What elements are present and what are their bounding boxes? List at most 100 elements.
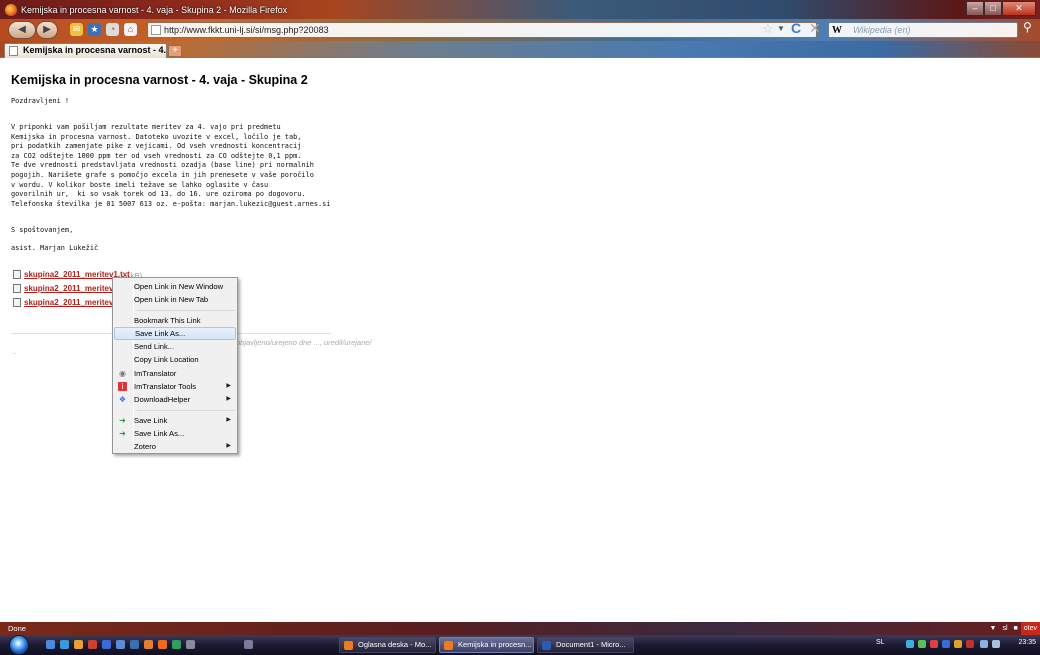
- url-bar[interactable]: http://www.fkkt.uni-lj.si/si/msg.php?200…: [147, 22, 817, 38]
- menu-item-label: Save Link As...: [135, 328, 186, 338]
- word-icon: [542, 641, 551, 650]
- menu-item-save-link[interactable]: ➜ Save Link ▶: [113, 414, 237, 427]
- quicklaunch-app-icon[interactable]: [172, 640, 181, 649]
- save-link-as-icon: ➜: [119, 428, 126, 438]
- menu-item-downloadhelper[interactable]: ❖ DownloadHelper ▶: [113, 393, 237, 406]
- quicklaunch-app-icon[interactable]: [130, 640, 139, 649]
- history-icon[interactable]: ◔: [106, 23, 119, 36]
- tray-icon[interactable]: [918, 640, 926, 648]
- quicklaunch-app-icon[interactable]: [244, 640, 253, 649]
- quicklaunch-app-icon[interactable]: [186, 640, 195, 649]
- network-icon[interactable]: [980, 640, 988, 648]
- search-input[interactable]: W Wikipedia (en): [828, 22, 1018, 38]
- submenu-arrow-icon: ▶: [226, 383, 231, 390]
- status-bar: Done ▼ sl ■ otev: [0, 622, 1040, 635]
- wikipedia-icon[interactable]: W: [832, 24, 842, 38]
- submenu-arrow-icon: ▶: [226, 416, 231, 423]
- quicklaunch-ie-icon[interactable]: [60, 640, 69, 649]
- attachment-link-2[interactable]: skupina2_2011_meritev: [13, 284, 113, 293]
- quicklaunch-app-icon[interactable]: [102, 640, 111, 649]
- quicklaunch-app-icon[interactable]: [116, 640, 125, 649]
- status-square-icon[interactable]: ■: [1011, 622, 1021, 635]
- bookmark-star-icon[interactable]: ☆: [762, 21, 774, 37]
- forward-button[interactable]: ▶: [36, 21, 58, 39]
- window-title-bar[interactable]: Kemijska in procesna varnost - 4. vaja -…: [0, 0, 1040, 19]
- menu-item-imtranslator[interactable]: ◉ ImTranslator: [113, 367, 237, 380]
- menu-separator: [137, 309, 235, 311]
- taskbar-button-word[interactable]: Document1 - Micro...: [537, 637, 634, 653]
- tab-page-icon: [9, 46, 18, 56]
- taskbar-button-label: Document1 - Micro...: [556, 640, 626, 649]
- menu-item-zotero[interactable]: Zotero ▶: [113, 440, 237, 453]
- menu-separator: [137, 409, 235, 411]
- menu-item-label: ImTranslator: [134, 368, 177, 378]
- menu-item-label: Zotero: [134, 442, 156, 452]
- tab-kemijska[interactable]: Kemijska in procesna varnost - 4. vaja..…: [4, 43, 167, 58]
- quicklaunch-app-icon[interactable]: [88, 640, 97, 649]
- menu-item-bookmark-link[interactable]: Bookmark This Link: [113, 314, 237, 327]
- quicklaunch-app-icon[interactable]: [144, 640, 153, 649]
- new-tab-button[interactable]: +: [168, 45, 182, 57]
- url-dropdown-icon[interactable]: ▼: [777, 24, 785, 33]
- footer-meta-text: objavljeno/urejeno dne ..., uredil/ureja…: [236, 338, 372, 347]
- menu-item-imtranslator-tools[interactable]: i ImTranslator Tools ▶: [113, 380, 237, 393]
- quicklaunch-firefox-icon[interactable]: [158, 640, 167, 649]
- tray-icon[interactable]: [954, 640, 962, 648]
- context-menu: Open Link in New Window Open Link in New…: [112, 277, 238, 454]
- submenu-arrow-icon: ▶: [226, 396, 231, 403]
- menu-item-label: Save Link: [134, 415, 168, 425]
- page-title: Kemijska in procesna varnost - 4. vaja -…: [11, 73, 308, 87]
- window-controls: – □ ✕: [966, 1, 1036, 16]
- quicklaunch-show-desktop-icon[interactable]: [46, 640, 55, 649]
- status-lang[interactable]: sl: [999, 622, 1010, 635]
- taskbar-button-oglasna[interactable]: Oglasna deska - Mo...: [339, 637, 436, 653]
- tray-icon[interactable]: [930, 640, 938, 648]
- minimize-button[interactable]: –: [966, 1, 984, 16]
- taskbar: Oglasna deska - Mo... Kemijska in proces…: [0, 635, 1040, 655]
- bookmarks-icon[interactable]: ★: [88, 23, 101, 36]
- message-greeting: Pozdravljeni !: [11, 97, 70, 105]
- stop-icon[interactable]: ✕: [809, 20, 821, 37]
- close-button[interactable]: ✕: [1002, 1, 1036, 16]
- language-indicator[interactable]: SL: [876, 639, 885, 646]
- menu-item-copy-link-location[interactable]: Copy Link Location: [113, 353, 237, 366]
- maximize-button[interactable]: □: [984, 1, 1002, 16]
- menu-item-send-link[interactable]: Send Link...: [113, 340, 237, 353]
- firefox-icon: [344, 641, 353, 650]
- attachment-label[interactable]: skupina2_2011_meritev: [24, 298, 113, 307]
- tab-bar: Kemijska in procesna varnost - 4. vaja..…: [0, 41, 1040, 58]
- search-placeholder: Wikipedia (en): [853, 25, 911, 35]
- taskbar-button-label: Kemijska in procesn...: [458, 640, 532, 649]
- tab-label: Kemijska in procesna varnost - 4. vaja..…: [23, 45, 167, 55]
- imtranslator-icon: ◉: [119, 368, 126, 378]
- tray-icon[interactable]: [966, 640, 974, 648]
- taskbar-button-kemijska[interactable]: Kemijska in procesn...: [439, 637, 534, 653]
- home-icon[interactable]: ⌂: [124, 23, 137, 36]
- attachment-label[interactable]: skupina2_2011_meritev: [24, 284, 113, 293]
- volume-icon[interactable]: [992, 640, 1000, 648]
- menu-item-label: Send Link...: [134, 342, 175, 352]
- taskbar-button-label: Oglasna deska - Mo...: [358, 640, 432, 649]
- start-button[interactable]: [9, 635, 29, 655]
- menu-item-save-link-as[interactable]: Save Link As...: [114, 326, 236, 341]
- imtranslator-tools-icon: i: [118, 382, 127, 392]
- clock[interactable]: 23:35: [1018, 639, 1036, 646]
- tray-icon[interactable]: [942, 640, 950, 648]
- mail-icon[interactable]: ✉: [70, 23, 83, 36]
- menu-item-open-new-window[interactable]: Open Link in New Window: [113, 280, 237, 293]
- status-text: Done: [8, 624, 26, 633]
- tray-icon[interactable]: [906, 640, 914, 648]
- attachment-link-3[interactable]: skupina2_2011_meritev: [13, 298, 113, 307]
- quicklaunch-folder-icon[interactable]: [74, 640, 83, 649]
- back-button[interactable]: ◀: [8, 21, 36, 39]
- firefox-icon: [444, 641, 453, 650]
- status-extra[interactable]: otev: [1020, 622, 1040, 635]
- reload-icon[interactable]: C: [791, 20, 801, 36]
- addon-icon[interactable]: ▼: [987, 622, 1000, 635]
- menu-item-open-new-tab[interactable]: Open Link in New Tab: [113, 293, 237, 306]
- url-text: http://www.fkkt.uni-lj.si/si/msg.php?200…: [164, 25, 329, 35]
- save-link-icon: ➜: [119, 415, 126, 425]
- file-icon: [13, 270, 21, 279]
- menu-item-save-link-as-2[interactable]: ➜ Save Link As...: [113, 427, 237, 440]
- search-icon[interactable]: ⚲: [1023, 20, 1032, 34]
